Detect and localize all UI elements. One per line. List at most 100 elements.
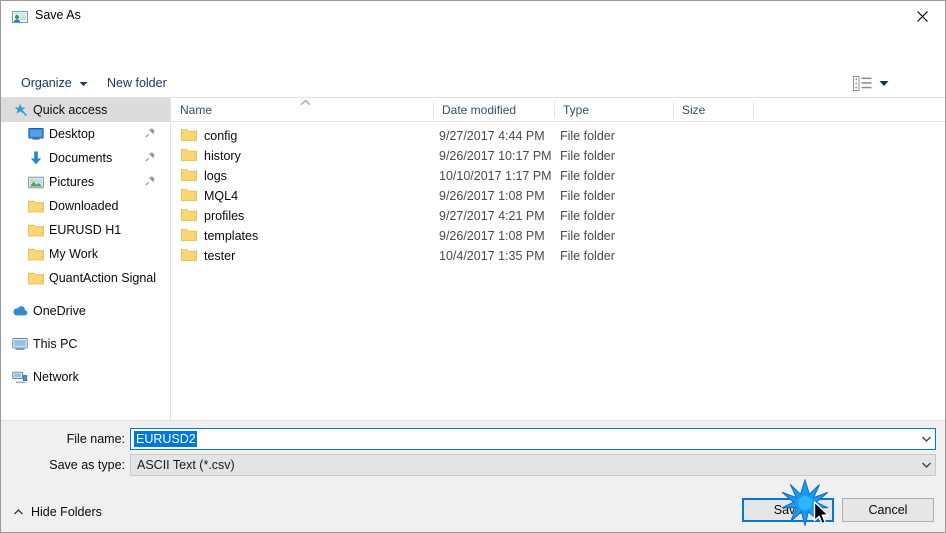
pictures-icon [28, 174, 44, 190]
sidebar-item-label: Quick access [33, 103, 108, 117]
folder-icon [181, 148, 197, 165]
table-row[interactable]: config 9/27/2017 4:44 PM File folder [171, 126, 945, 146]
file-type: File folder [560, 169, 615, 183]
save-as-app-icon [12, 9, 28, 25]
file-type: File folder [560, 229, 615, 243]
file-name: tester [204, 249, 236, 263]
pin-icon[interactable] [145, 151, 156, 165]
close-button[interactable] [899, 1, 945, 31]
file-name: history [204, 149, 241, 163]
file-name-input[interactable]: EURUSD2 [130, 428, 936, 450]
file-date-modified: 10/10/2017 1:17 PM [439, 169, 552, 183]
sidebar-item-onedrive[interactable]: OneDrive [1, 299, 170, 323]
hide-folders-label: Hide Folders [31, 505, 102, 519]
file-rows-container: config 9/27/2017 4:44 PM File folder his… [171, 122, 945, 266]
view-list-icon[interactable] [849, 72, 875, 94]
pin-icon[interactable] [145, 127, 156, 141]
sidebar-item-documents[interactable]: Documents [1, 146, 170, 170]
this-pc-monitor-icon [12, 336, 28, 352]
table-row[interactable]: profiles 9/27/2017 4:21 PM File folder [171, 206, 945, 226]
sidebar-item-pictures[interactable]: Pictures [1, 170, 170, 194]
file-type: File folder [560, 129, 615, 143]
sidebar-item-label: This PC [33, 337, 78, 351]
file-type: File folder [560, 209, 615, 223]
documents-down-arrow-icon [28, 150, 44, 166]
file-type: File folder [560, 149, 615, 163]
sidebar-item-quick-access[interactable]: Quick access [1, 98, 170, 122]
sidebar-item-quantaction-signal[interactable]: QuantAction Signal [1, 266, 170, 290]
star-pin-icon [12, 102, 28, 118]
column-header-name[interactable]: Name [171, 98, 433, 121]
file-name-value: EURUSD2 [134, 431, 197, 447]
file-list-panel[interactable]: Name Date modified Type Size config 9/27… [171, 98, 945, 420]
sidebar-item-label: Pictures [49, 175, 95, 189]
table-row[interactable]: tester 10/4/2017 1:35 PM File folder [171, 246, 945, 266]
pin-icon[interactable] [145, 175, 156, 189]
sidebar-item-label: QuantAction Signal [49, 271, 157, 285]
table-row[interactable]: history 9/26/2017 10:17 PM File folder [171, 146, 945, 166]
view-dropdown-caret-icon[interactable] [876, 72, 892, 94]
table-row[interactable]: templates 9/26/2017 1:08 PM File folder [171, 226, 945, 246]
file-date-modified: 9/26/2017 1:08 PM [439, 229, 545, 243]
network-icon [12, 369, 28, 385]
sidebar-item-my-work[interactable]: My Work [1, 242, 170, 266]
navigation-bar: « Roaming › MetaQuotes › Terminal › 9155… [1, 32, 945, 92]
hide-folders-button[interactable]: Hide Folders [13, 502, 102, 522]
folder-icon [28, 246, 44, 262]
sidebar-item-network[interactable]: Network [1, 365, 170, 389]
folder-icon [181, 188, 197, 205]
sidebar-item-this-pc[interactable]: This PC [1, 332, 170, 356]
file-name: MQL4 [204, 189, 239, 203]
column-divider[interactable] [753, 101, 754, 118]
cancel-button[interactable]: Cancel [842, 498, 934, 522]
onedrive-cloud-icon [12, 303, 28, 319]
sidebar-item-label: Documents [49, 151, 113, 165]
file-name-label: File name: [66, 432, 125, 446]
sidebar-item-label: My Work [49, 247, 99, 261]
folder-icon [181, 248, 197, 265]
sidebar-item-eurusd-h1[interactable]: EURUSD H1 [1, 218, 170, 242]
sidebar-item-label: OneDrive [33, 304, 86, 318]
table-row[interactable]: MQL4 9/26/2017 1:08 PM File folder [171, 186, 945, 206]
command-toolbar: Organize New folder [1, 67, 945, 157]
sidebar-item-label: Downloaded [49, 199, 119, 213]
save-as-dialog: Save As Organize New folder Quick access… [0, 0, 946, 533]
file-name: templates [204, 229, 259, 243]
new-folder-button[interactable]: New folder [101, 72, 173, 94]
new-folder-label: New folder [107, 76, 167, 90]
save-as-type-select[interactable]: ASCII Text (*.csv) [130, 454, 936, 476]
file-name: logs [204, 169, 227, 183]
desktop-icon [28, 126, 44, 142]
file-name-dropdown-icon[interactable] [917, 430, 935, 448]
folder-icon [28, 198, 44, 214]
folder-icon [181, 208, 197, 225]
table-row[interactable]: logs 10/10/2017 1:17 PM File folder [171, 166, 945, 186]
save-options-pane: File name: EURUSD2 Save as type: ASCII T… [1, 420, 945, 532]
folder-icon [28, 270, 44, 286]
folder-icon [181, 128, 197, 145]
sidebar-item-label: Desktop [49, 127, 95, 141]
organize-label: Organize [21, 76, 72, 90]
sidebar-item-label: EURUSD H1 [49, 223, 122, 237]
save-as-type-dropdown-icon[interactable] [917, 456, 935, 474]
file-type: File folder [560, 189, 615, 203]
file-date-modified: 10/4/2017 1:35 PM [439, 249, 545, 263]
sidebar-item-downloaded[interactable]: Downloaded [1, 194, 170, 218]
chevron-up-icon [13, 505, 24, 519]
file-name: config [204, 129, 238, 143]
file-type: File folder [560, 249, 615, 263]
caret-down-icon [79, 76, 88, 90]
column-header-date-modified[interactable]: Date modified [433, 98, 554, 121]
folder-icon [181, 168, 197, 185]
sidebar-item-desktop[interactable]: Desktop [1, 122, 170, 146]
window-title: Save As [35, 8, 81, 22]
save-button[interactable]: Save [742, 498, 834, 522]
navigation-sidebar[interactable]: Quick access Desktop Documents Pictures … [1, 98, 170, 420]
organize-button[interactable]: Organize [15, 72, 94, 94]
column-header-size[interactable]: Size [673, 98, 753, 121]
column-header-type[interactable]: Type [554, 98, 673, 121]
file-name: profiles [204, 209, 245, 223]
